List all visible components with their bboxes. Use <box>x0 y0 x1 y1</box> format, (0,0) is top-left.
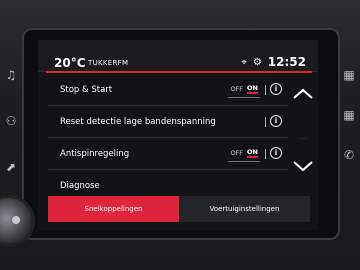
settings-gear-icon[interactable]: ⚙ <box>253 57 262 68</box>
scroll-controls: ··· <box>288 74 318 202</box>
car-icon[interactable]: ⚇ <box>2 112 20 130</box>
divider <box>265 85 266 95</box>
radio-station[interactable]: TUKKERFM <box>88 59 128 67</box>
bottom-tab-bar: Snelkoppelingen Voertuiginstellingen <box>48 196 310 222</box>
setting-label: Reset detectie lage bandenspanning <box>60 116 216 127</box>
apps-grid-icon-2[interactable]: ▦ <box>340 106 358 124</box>
setting-reset-tire-pressure[interactable]: Reset detectie lage bandenspanning i <box>48 106 288 138</box>
tab-shortcuts[interactable]: Snelkoppelingen <box>48 196 179 222</box>
accent-divider <box>46 71 312 73</box>
setting-stop-start[interactable]: Stop & Start OFF ON i <box>48 74 288 106</box>
info-icon[interactable]: i <box>270 115 282 127</box>
phone-icon[interactable]: ✆ <box>340 146 358 164</box>
divider <box>265 117 266 127</box>
settings-list: Stop & Start OFF ON i Reset detectie lag… <box>48 74 288 202</box>
location-pin-icon: ⌖ <box>241 56 247 68</box>
scroll-position-dots: ··· <box>298 135 308 143</box>
traction-control-toggle[interactable]: OFF ON <box>228 148 260 162</box>
toggle-on[interactable]: ON <box>247 84 258 94</box>
status-icons: ⌖ ⚙ 12:52 <box>241 55 306 69</box>
info-icon[interactable]: i <box>270 147 282 159</box>
setting-traction-control[interactable]: Antispinregeling OFF ON i <box>48 138 288 170</box>
tab-vehicle-settings[interactable]: Voertuiginstellingen <box>179 196 310 222</box>
chevron-up-icon[interactable] <box>291 86 315 102</box>
temperature-readout: 20°C <box>54 56 86 70</box>
stop-start-toggle[interactable]: OFF ON <box>228 84 260 98</box>
power-icon <box>12 216 20 224</box>
setting-label: Diagnose <box>60 181 100 191</box>
apps-grid-icon[interactable]: ▦ <box>340 66 358 84</box>
music-note-icon[interactable]: ♫ <box>2 66 20 84</box>
navigation-icon[interactable]: ⬈ <box>2 158 20 176</box>
clock: 12:52 <box>267 55 306 69</box>
toggle-track <box>228 97 260 98</box>
toggle-off[interactable]: OFF <box>230 85 243 93</box>
toggle-on[interactable]: ON <box>247 148 258 158</box>
chevron-down-icon[interactable] <box>291 158 315 174</box>
infotainment-screen: 20°C TUKKERFM ⌖ ⚙ 12:52 Stop & Start OFF… <box>38 40 318 230</box>
status-bar: 20°C TUKKERFM ⌖ ⚙ 12:52 <box>38 40 318 72</box>
info-icon[interactable]: i <box>270 83 282 95</box>
toggle-track <box>228 161 260 162</box>
divider <box>265 149 266 159</box>
toggle-off[interactable]: OFF <box>230 149 243 157</box>
